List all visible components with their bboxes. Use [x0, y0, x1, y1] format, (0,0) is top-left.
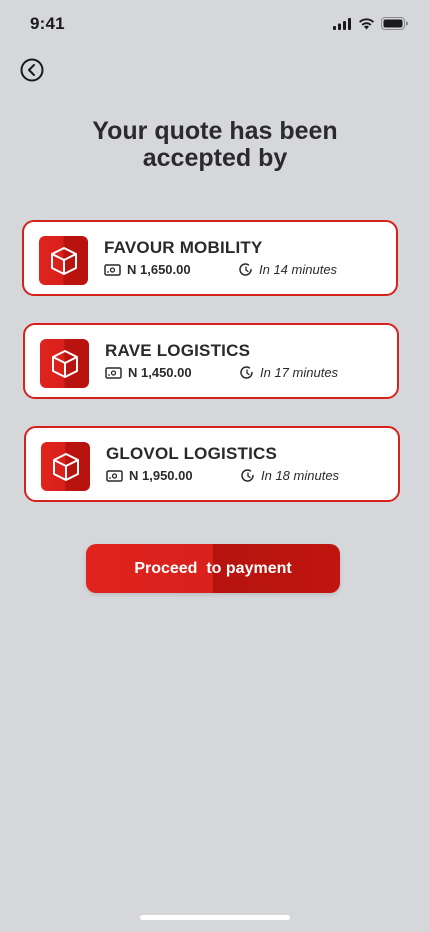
page-title: Your quote has been accepted by	[0, 118, 430, 172]
price-row: N 1,650.00	[104, 262, 191, 277]
clock-refresh-icon	[240, 366, 253, 379]
price-value: N 1,650.00	[127, 262, 191, 277]
company-name: FAVOUR MOBILITY	[104, 238, 263, 257]
price-row: N 1,950.00	[106, 468, 193, 483]
package-box-icon	[52, 452, 79, 481]
title-line-2: accepted by	[142, 144, 288, 172]
status-bar: 9:41	[0, 0, 430, 50]
price-value: N 1,950.00	[129, 468, 193, 483]
wifi-icon	[359, 17, 374, 29]
eta-value: In 17 minutes	[260, 365, 339, 380]
company-name: GLOVOL LOGISTICS	[106, 444, 278, 463]
cash-icon	[105, 366, 122, 379]
cash-icon	[106, 469, 123, 482]
signal-icon	[333, 17, 351, 30]
company-logo	[39, 236, 88, 285]
quote-card-favour-mobility[interactable]: FAVOUR MOBILITY N 1,650.00 In 14 minutes	[22, 220, 398, 296]
quote-card-rave-logistics[interactable]: RAVE LOGISTICS N 1,450.00 In 17 minutes	[23, 323, 399, 399]
status-icons	[333, 17, 408, 30]
title-line-1: Your quote has been	[92, 117, 338, 145]
eta-row: In 17 minutes	[239, 365, 338, 380]
eta-value: In 18 minutes	[261, 468, 340, 483]
eta-value: In 14 minutes	[259, 262, 338, 277]
price-row: N 1,450.00	[105, 365, 192, 380]
eta-row: In 14 minutes	[238, 262, 337, 277]
proceed-to-payment-button[interactable]: Proceed to payment	[86, 544, 340, 593]
back-arrow-circle-icon	[20, 58, 44, 82]
package-box-icon	[51, 349, 78, 378]
cash-icon	[104, 263, 121, 276]
package-box-icon	[50, 246, 77, 275]
company-logo	[40, 339, 89, 388]
home-indicator[interactable]	[140, 915, 290, 920]
status-time: 9:41	[30, 14, 65, 33]
clock-refresh-icon	[241, 469, 254, 482]
company-name: RAVE LOGISTICS	[105, 341, 251, 360]
price-value: N 1,450.00	[128, 365, 192, 380]
quote-card-glovol-logistics[interactable]: GLOVOL LOGISTICS N 1,950.00 In 18 minute…	[24, 426, 400, 502]
back-button[interactable]	[19, 57, 45, 83]
company-logo	[41, 442, 90, 491]
eta-row: In 18 minutes	[240, 468, 339, 483]
battery-icon	[381, 17, 408, 30]
clock-refresh-icon	[239, 263, 252, 276]
